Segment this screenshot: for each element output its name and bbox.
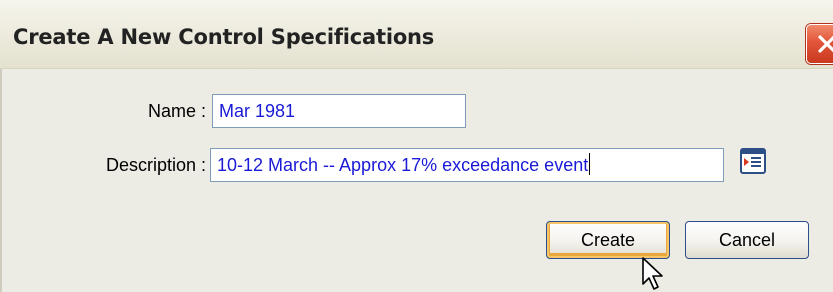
text-caret — [589, 153, 591, 175]
name-field[interactable]: Mar 1981 — [212, 94, 466, 128]
dialog-body: Name : Mar 1981 Description : 10-12 Marc… — [0, 69, 833, 292]
description-value: 10-12 March -- Approx 17% exceedance eve… — [217, 155, 589, 175]
cancel-button[interactable]: Cancel — [685, 221, 809, 259]
description-picker-button[interactable] — [739, 147, 767, 175]
name-label: Name : — [147, 101, 206, 121]
create-button[interactable]: Create — [546, 221, 670, 259]
dialog-title: Create A New Control Specifications — [13, 25, 435, 49]
list-picker-icon — [740, 148, 766, 174]
description-field[interactable]: 10-12 March -- Approx 17% exceedance eve… — [210, 148, 724, 182]
create-control-spec-dialog: Create A New Control Specifications Name… — [0, 0, 833, 292]
close-icon — [818, 35, 833, 53]
description-label: Description : — [105, 155, 206, 175]
close-button[interactable] — [806, 24, 833, 64]
name-value: Mar 1981 — [219, 101, 296, 121]
title-bar[interactable]: Create A New Control Specifications — [0, 0, 833, 69]
